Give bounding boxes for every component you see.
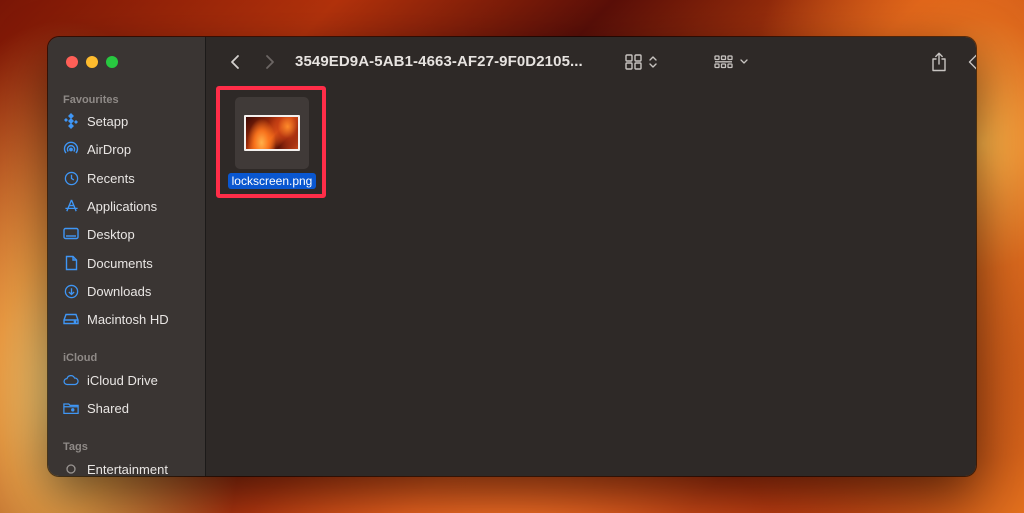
close-window-button[interactable]	[66, 56, 78, 68]
applications-icon	[63, 198, 79, 214]
download-icon	[63, 283, 79, 299]
sidebar-item-label: Desktop	[87, 226, 135, 242]
chevron-right-icon	[266, 55, 274, 69]
sidebar-section-favourites: Favourites	[63, 94, 119, 106]
file-browser: 3549ED9A-5AB1-4663-AF27-9F0D2105... lock…	[206, 37, 976, 476]
sidebar-item-macintosh-hd[interactable]: Macintosh HD	[63, 308, 201, 330]
view-mode-button[interactable]	[624, 52, 662, 72]
airdrop-icon	[63, 141, 79, 157]
setapp-icon	[63, 113, 79, 129]
sidebar-item-applications[interactable]: Applications	[63, 195, 201, 217]
tag-icon	[968, 54, 976, 70]
drive-icon	[63, 311, 79, 327]
sidebar-item-tag-entertainment[interactable]: Entertainment	[63, 458, 201, 476]
sidebar-item-label: Downloads	[87, 283, 152, 299]
sidebar-item-label: Recents	[87, 170, 135, 186]
highlight-box	[216, 86, 326, 198]
chevron-left-icon	[231, 55, 239, 69]
share-icon	[932, 52, 946, 72]
sidebar-item-shared[interactable]: Shared	[63, 397, 201, 419]
clock-icon	[63, 170, 79, 186]
sidebar-item-label: Documents	[87, 255, 153, 271]
document-icon	[63, 255, 79, 271]
sidebar-item-label: iCloud Drive	[87, 372, 158, 388]
share-button[interactable]	[930, 51, 948, 73]
window-title: 3549ED9A-5AB1-4663-AF27-9F0D2105...	[295, 53, 583, 70]
group-by-button[interactable]	[714, 52, 752, 72]
sidebar-item-recents[interactable]: Recents	[63, 167, 201, 189]
tags-button[interactable]	[966, 51, 976, 73]
sidebar-item-setapp[interactable]: Setapp	[63, 110, 201, 132]
sidebar-section-icloud: iCloud	[63, 352, 98, 364]
sidebar-item-documents[interactable]: Documents	[63, 252, 201, 274]
sidebar-item-desktop[interactable]: Desktop	[63, 223, 201, 245]
sidebar-item-label: Applications	[87, 198, 158, 214]
tag-circle-icon	[63, 461, 79, 476]
sidebar-item-downloads[interactable]: Downloads	[63, 280, 201, 302]
grid-view-icon	[625, 54, 657, 70]
sidebar-item-label: Macintosh HD	[87, 311, 169, 327]
zoom-window-button[interactable]	[106, 56, 118, 68]
sidebar-section-tags: Tags	[63, 441, 88, 453]
forward-button[interactable]	[263, 52, 277, 72]
toolbar: 3549ED9A-5AB1-4663-AF27-9F0D2105...	[206, 37, 976, 87]
cloud-icon	[63, 372, 79, 388]
group-grid-icon	[714, 55, 748, 69]
finder-window: Favourites Setapp AirDrop Recents Applic…	[48, 37, 976, 476]
desktop-icon	[63, 226, 79, 242]
sidebar: Favourites Setapp AirDrop Recents Applic…	[48, 37, 206, 476]
sidebar-item-label: Shared	[87, 400, 129, 416]
sidebar-item-airdrop[interactable]: AirDrop	[63, 138, 201, 160]
minimize-window-button[interactable]	[86, 56, 98, 68]
shared-folder-icon	[63, 400, 79, 416]
sidebar-item-label: Setapp	[87, 113, 129, 129]
sidebar-item-label: Entertainment	[87, 461, 168, 477]
back-button[interactable]	[228, 52, 242, 72]
sidebar-item-icloud-drive[interactable]: iCloud Drive	[63, 369, 201, 391]
window-controls	[66, 56, 118, 68]
sidebar-item-label: AirDrop	[87, 141, 132, 157]
